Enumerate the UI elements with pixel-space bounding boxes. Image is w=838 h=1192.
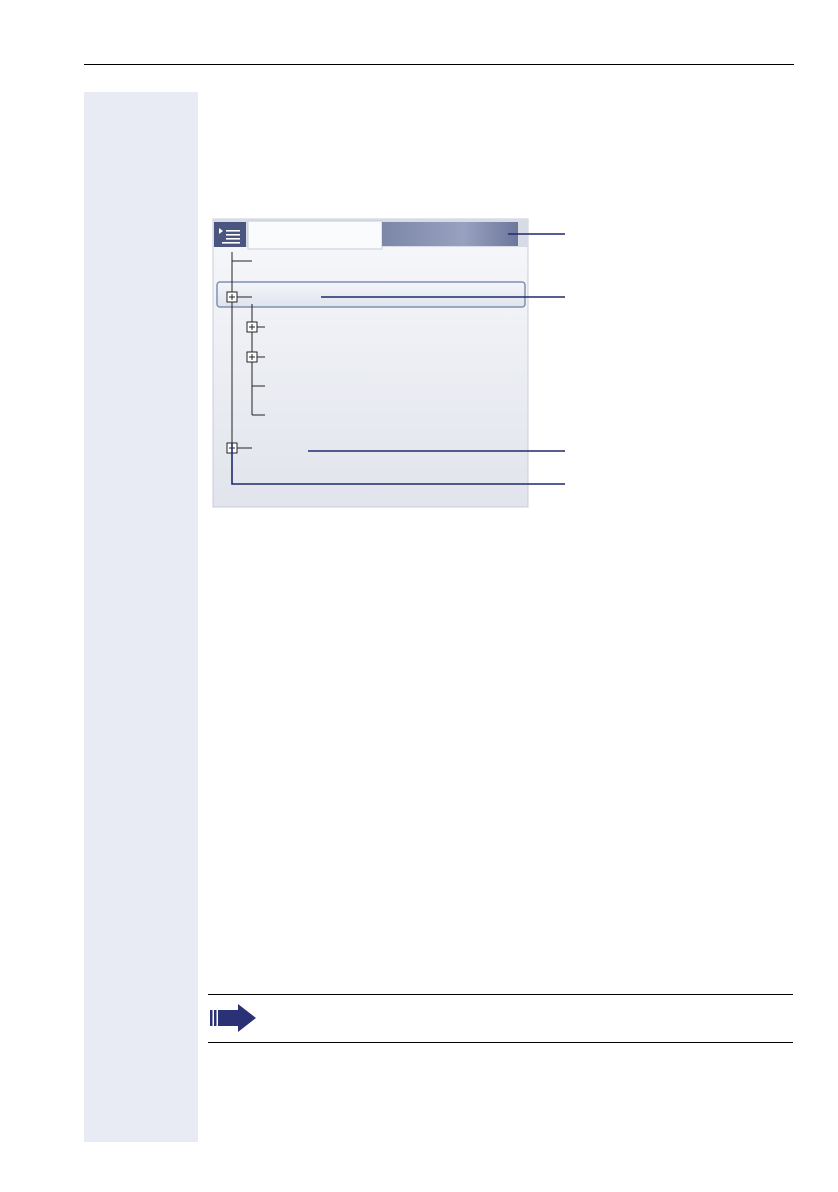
list-menu-icon[interactable] — [214, 222, 246, 247]
note-rule-top — [208, 994, 793, 995]
expand-icon[interactable] — [246, 321, 258, 333]
arrow-right-icon — [210, 1004, 256, 1032]
expand-icon[interactable] — [246, 351, 258, 363]
tree-row-selected[interactable] — [216, 281, 526, 308]
tab-active[interactable] — [247, 220, 383, 250]
note-rule-bottom — [208, 1042, 793, 1043]
tab-inactive[interactable] — [382, 222, 518, 246]
screen-body — [212, 218, 529, 508]
screen-figure — [212, 218, 565, 508]
expand-icon[interactable] — [226, 291, 238, 303]
